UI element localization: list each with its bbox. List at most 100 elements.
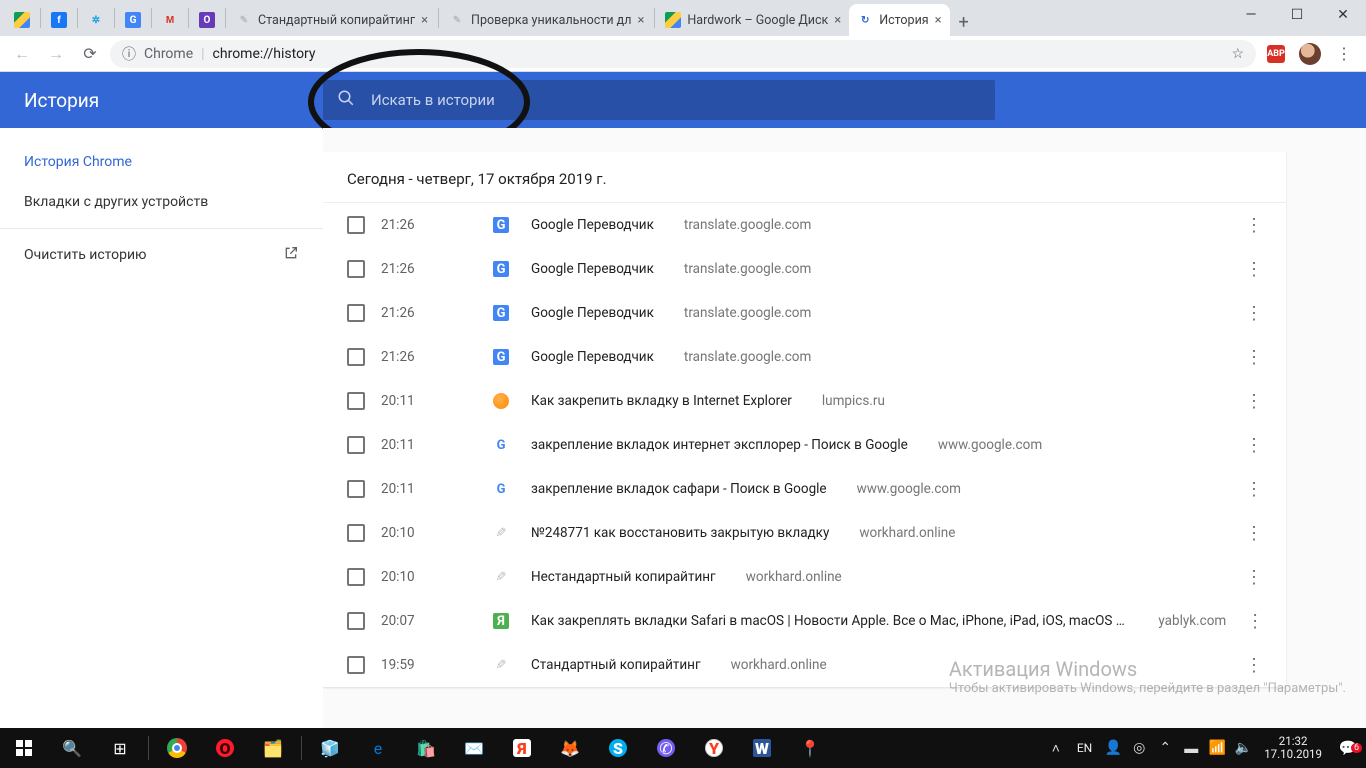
site-favicon — [493, 393, 509, 409]
browser-tab[interactable]: ↻История× — [849, 4, 949, 36]
row-checkbox[interactable] — [347, 568, 365, 586]
row-domain: www.google.com — [857, 481, 961, 497]
history-row[interactable]: 20:10✎Нестандартный копирайтингworkhard.… — [323, 555, 1286, 599]
row-checkbox[interactable] — [347, 612, 365, 630]
history-row[interactable]: 21:26GGoogle Переводчикtranslate.google.… — [323, 203, 1286, 247]
history-search[interactable] — [323, 80, 995, 120]
row-time: 19:59 — [381, 657, 433, 673]
minimize-button[interactable]: — — [1228, 0, 1274, 30]
pinned-tab-purple[interactable]: O — [191, 4, 223, 36]
start-button[interactable] — [0, 728, 48, 768]
browser-tab[interactable]: Hardwork – Google Диск × — [657, 4, 849, 36]
location-icon[interactable]: ◎ — [1126, 740, 1152, 756]
tab-close-button[interactable]: × — [935, 13, 942, 28]
row-checkbox[interactable] — [347, 480, 365, 498]
history-row[interactable]: 20:10✎№248771 как восстановить закрытую … — [323, 511, 1286, 555]
history-search-input[interactable] — [371, 91, 981, 109]
bookmark-star-icon[interactable]: ☆ — [1231, 46, 1244, 62]
new-tab-button[interactable]: + — [950, 8, 978, 36]
pinned-tab-gear[interactable]: ✲ — [80, 4, 112, 36]
history-row[interactable]: 21:26GGoogle Переводчикtranslate.google.… — [323, 335, 1286, 379]
row-checkbox[interactable] — [347, 304, 365, 322]
row-menu-button[interactable]: ⋮ — [1240, 479, 1268, 500]
battery-icon[interactable]: ⌃ — [1152, 740, 1178, 756]
address-bar[interactable]: ⓘ Chrome | chrome://history ☆ — [110, 40, 1256, 68]
tab-close-button[interactable]: × — [421, 13, 428, 28]
close-window-button[interactable]: ✕ — [1320, 0, 1366, 30]
tab-strip: f✲GMO✎Стандартный копирайтинг×✎Проверка … — [0, 0, 1366, 36]
pinned-tab-gmail[interactable]: M — [154, 4, 186, 36]
taskbar-app-ybrowser[interactable]: Y — [690, 728, 738, 768]
pinned-tab-drive[interactable] — [6, 4, 38, 36]
row-checkbox[interactable] — [347, 260, 365, 278]
row-menu-button[interactable]: ⋮ — [1240, 215, 1268, 236]
reload-button[interactable]: ⟳ — [76, 40, 104, 68]
back-button[interactable]: ← — [8, 40, 36, 68]
search-taskbar-button[interactable]: 🔍 — [48, 728, 96, 768]
row-time: 21:26 — [381, 217, 433, 233]
tray-chevron-up-icon[interactable]: ˄ — [1043, 740, 1069, 757]
row-checkbox[interactable] — [347, 524, 365, 542]
row-checkbox[interactable] — [347, 656, 365, 674]
taskbar-clock[interactable]: 21:32 17.10.2019 — [1256, 735, 1330, 761]
sidebar-item-chrome-history[interactable]: История Chrome — [0, 142, 323, 182]
taskbar-app-msstore[interactable]: 🛍️ — [402, 728, 450, 768]
history-row[interactable]: 21:26GGoogle Переводчикtranslate.google.… — [323, 247, 1286, 291]
taskbar-app-mail[interactable]: ✉️ — [450, 728, 498, 768]
row-menu-button[interactable]: ⋮ — [1242, 611, 1268, 632]
row-checkbox[interactable] — [347, 392, 365, 410]
browser-tab[interactable]: ✎Проверка уникальности дл× — [441, 4, 652, 36]
row-checkbox[interactable] — [347, 436, 365, 454]
people-icon[interactable]: 👤 — [1100, 740, 1126, 756]
maximize-button[interactable]: ☐ — [1274, 0, 1320, 30]
browser-menu-button[interactable]: ⋮ — [1330, 40, 1358, 68]
history-row[interactable]: 21:26GGoogle Переводчикtranslate.google.… — [323, 291, 1286, 335]
browser-tab[interactable]: ✎Стандартный копирайтинг× — [228, 4, 436, 36]
taskbar-app-firefox[interactable]: 🦊 — [546, 728, 594, 768]
row-checkbox[interactable] — [347, 348, 365, 366]
taskbar-app-files[interactable]: 🗂️ — [249, 728, 297, 768]
row-menu-button[interactable]: ⋮ — [1240, 347, 1268, 368]
sidebar-item-clear-history[interactable]: Очистить историю — [0, 235, 323, 275]
row-checkbox[interactable] — [347, 216, 365, 234]
forward-button[interactable]: → — [42, 40, 70, 68]
profile-avatar[interactable] — [1296, 40, 1324, 68]
history-row[interactable]: 20:11Как закрепить вкладку в Internet Ex… — [323, 379, 1286, 423]
row-menu-button[interactable]: ⋮ — [1240, 259, 1268, 280]
history-row[interactable]: 20:07ЯКак закреплять вкладки Safari в ma… — [323, 599, 1286, 643]
tab-close-button[interactable]: × — [637, 13, 644, 28]
row-menu-button[interactable]: ⋮ — [1240, 391, 1268, 412]
taskbar-app-word[interactable]: W — [738, 728, 786, 768]
tab-favicon: ✎ — [449, 12, 465, 28]
taskbar-app-skype[interactable]: S — [594, 728, 642, 768]
history-row[interactable]: 19:59✎Стандартный копирайтингworkhard.on… — [323, 643, 1286, 687]
taskbar-app-edge[interactable]: e — [354, 728, 402, 768]
row-menu-button[interactable]: ⋮ — [1240, 435, 1268, 456]
tab-close-button[interactable]: × — [834, 13, 841, 28]
task-view-button[interactable]: ⊞ — [96, 728, 144, 768]
volume-icon[interactable]: 🔈 — [1230, 740, 1256, 756]
history-row[interactable]: 20:11Gзакрепление вкладок интернет экспл… — [323, 423, 1286, 467]
adblock-extension[interactable]: ABP — [1262, 40, 1290, 68]
omnibox-chip: Chrome — [144, 46, 193, 62]
pinned-tab-translate[interactable]: G — [117, 4, 149, 36]
network-icon[interactable]: ▬ — [1178, 740, 1204, 757]
wifi-icon[interactable]: 📶 — [1204, 740, 1230, 756]
row-menu-button[interactable]: ⋮ — [1240, 655, 1268, 676]
language-indicator[interactable]: EN — [1069, 741, 1100, 755]
row-menu-button[interactable]: ⋮ — [1240, 523, 1268, 544]
row-menu-button[interactable]: ⋮ — [1240, 303, 1268, 324]
sidebar-item-other-devices[interactable]: Вкладки с других устройств — [0, 182, 323, 222]
taskbar-app-viber[interactable]: ✆ — [642, 728, 690, 768]
action-center-button[interactable]: 💬6 — [1330, 739, 1366, 757]
taskbar-app-chrome[interactable] — [153, 728, 201, 768]
taskbar-app-store[interactable]: 🧊 — [306, 728, 354, 768]
row-menu-button[interactable]: ⋮ — [1240, 567, 1268, 588]
tab-favicon — [665, 12, 681, 28]
taskbar-app-pin[interactable]: 📍 — [786, 728, 834, 768]
pinned-tab-facebook[interactable]: f — [43, 4, 75, 36]
taskbar-app-yandex[interactable]: Я — [498, 728, 546, 768]
tab-title: Hardwork – Google Диск — [687, 13, 828, 28]
history-row[interactable]: 20:11Gзакрепление вкладок сафари - Поиск… — [323, 467, 1286, 511]
taskbar-app-opera[interactable]: O — [201, 728, 249, 768]
